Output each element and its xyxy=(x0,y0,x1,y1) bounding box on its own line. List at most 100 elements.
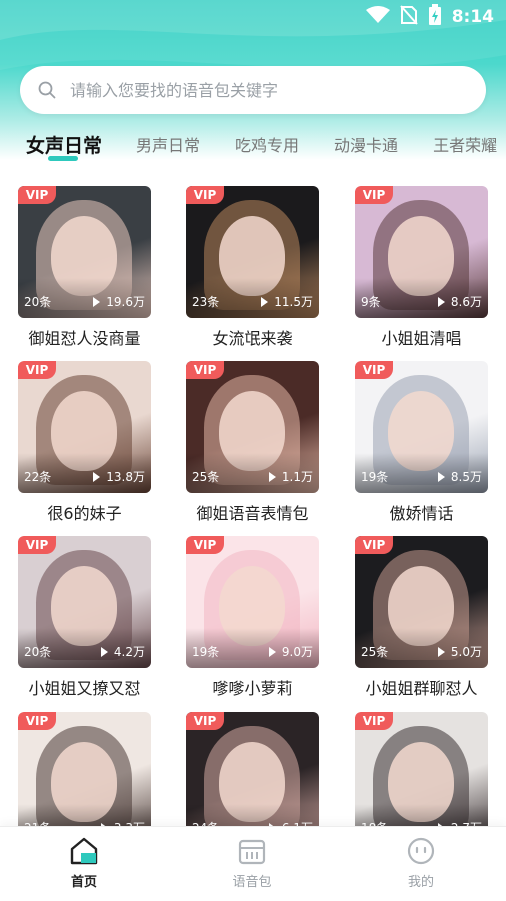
card-thumbnail[interactable]: VIP 19条 9.0万 xyxy=(186,536,319,668)
play-count: 8.5万 xyxy=(437,468,482,485)
tab-honor-of-kings[interactable]: 王者荣耀 xyxy=(433,132,497,156)
card-thumbnail[interactable]: VIP 19条 8.5万 xyxy=(355,361,488,493)
search-input[interactable] xyxy=(68,79,452,101)
play-icon xyxy=(437,296,445,307)
card-title[interactable]: 小姐姐群聊怼人 xyxy=(355,675,488,699)
play-count: 9.0万 xyxy=(268,643,313,660)
card-title[interactable]: 御姐怼人没商量 xyxy=(18,325,151,349)
vip-badge: VIP xyxy=(186,712,224,730)
voice-pack-icon xyxy=(238,839,266,865)
play-icon xyxy=(261,296,269,307)
vip-badge: VIP xyxy=(18,536,56,554)
play-count-value: 5.0万 xyxy=(450,645,482,659)
voice-pack-card[interactable]: VIP 25条 1.1万御姐语音表情包 xyxy=(186,361,319,524)
play-count-value: 19.6万 xyxy=(106,295,145,309)
home-icon xyxy=(70,837,98,865)
card-thumbnail[interactable]: VIP 25条 5.0万 xyxy=(355,536,488,668)
card-thumbnail[interactable]: VIP 22条 13.8万 xyxy=(18,361,151,493)
card-thumbnail[interactable]: VIP 25条 1.1万 xyxy=(186,361,319,493)
status-bar: 8:14 xyxy=(0,0,506,34)
nav-home[interactable]: 首页 xyxy=(44,837,124,890)
vip-badge: VIP xyxy=(355,536,393,554)
vip-badge: VIP xyxy=(18,712,56,730)
bottom-navigation: 首页 语音包 我的 xyxy=(0,826,506,901)
card-title[interactable]: 御姐语音表情包 xyxy=(186,500,319,524)
play-icon xyxy=(437,646,445,657)
nav-voice-pack-label: 语音包 xyxy=(232,875,272,890)
voice-pack-card[interactable]: VIP 22条 13.8万很6的妹子 xyxy=(18,361,151,524)
voice-pack-card[interactable]: VIP 20条 19.6万御姐怼人没商量 xyxy=(18,186,151,349)
no-sim-icon xyxy=(399,5,418,29)
play-count: 1.1万 xyxy=(268,468,313,485)
clip-count: 19条 xyxy=(192,645,220,659)
tab-male-daily[interactable]: 男声日常 xyxy=(136,132,200,156)
clip-count: 23条 xyxy=(192,295,220,309)
card-thumbnail[interactable]: VIP18条2.7万 xyxy=(355,712,488,844)
voice-pack-card[interactable]: VIP 23条 11.5万女流氓来袭 xyxy=(186,186,319,349)
tab-female-daily[interactable]: 女声日常 xyxy=(26,131,102,158)
card-thumbnail[interactable]: VIP 23条 11.5万 xyxy=(186,186,319,318)
card-thumbnail[interactable]: VIP21条3.3万 xyxy=(18,712,151,844)
play-icon xyxy=(437,471,445,482)
play-count-value: 11.5万 xyxy=(274,295,313,309)
active-tab-indicator xyxy=(48,156,78,161)
card-thumbnail[interactable]: VIP 20条 4.2万 xyxy=(18,536,151,668)
play-icon xyxy=(268,471,276,482)
card-title[interactable]: 嗲嗲小萝莉 xyxy=(186,675,319,699)
nav-profile-label: 我的 xyxy=(407,875,434,890)
voice-pack-card[interactable]: VIP 19条 9.0万嗲嗲小萝莉 xyxy=(186,536,319,699)
vip-badge: VIP xyxy=(355,361,393,379)
vip-badge: VIP xyxy=(18,361,56,379)
nav-home-label: 首页 xyxy=(70,875,97,890)
clip-count: 20条 xyxy=(24,295,52,309)
card-thumbnail[interactable]: VIP 9条 8.6万 xyxy=(355,186,488,318)
card-title[interactable]: 傲娇情话 xyxy=(355,500,488,524)
play-count: 13.8万 xyxy=(93,468,145,485)
vip-badge: VIP xyxy=(186,361,224,379)
nav-profile[interactable]: 我的 xyxy=(381,837,461,890)
play-count-value: 9.0万 xyxy=(281,645,313,659)
profile-icon xyxy=(407,837,435,865)
card-thumbnail[interactable]: VIP 20条 19.6万 xyxy=(18,186,151,318)
card-title[interactable]: 很6的妹子 xyxy=(18,500,151,524)
vip-badge: VIP xyxy=(355,712,393,730)
search-bar[interactable] xyxy=(20,66,486,114)
voice-pack-card[interactable]: VIP 19条 8.5万傲娇情话 xyxy=(355,361,488,524)
clip-count: 25条 xyxy=(361,645,389,659)
play-icon xyxy=(100,646,108,657)
clip-count: 25条 xyxy=(192,470,220,484)
clip-count: 22条 xyxy=(24,470,52,484)
wifi-icon xyxy=(365,6,390,28)
play-count: 11.5万 xyxy=(261,293,313,310)
play-count-value: 8.5万 xyxy=(450,470,482,484)
play-count: 4.2万 xyxy=(100,643,145,660)
play-count-value: 4.2万 xyxy=(113,645,145,659)
voice-pack-card[interactable]: VIP 25条 5.0万小姐姐群聊怼人 xyxy=(355,536,488,699)
card-title[interactable]: 女流氓来袭 xyxy=(186,325,319,349)
play-count: 8.6万 xyxy=(437,293,482,310)
clip-count: 9条 xyxy=(361,295,381,309)
play-icon xyxy=(268,646,276,657)
play-icon xyxy=(93,296,101,307)
clip-count: 20条 xyxy=(24,645,52,659)
voice-pack-card[interactable]: VIP 20条 4.2万小姐姐又撩又怼 xyxy=(18,536,151,699)
vip-badge: VIP xyxy=(186,186,224,204)
category-tabs: 女声日常 男声日常 吃鸡专用 动漫卡通 王者荣耀 xyxy=(26,124,506,164)
battery-charging-icon xyxy=(428,4,442,30)
vip-badge: VIP xyxy=(18,186,56,204)
play-count: 5.0万 xyxy=(437,643,482,660)
card-title[interactable]: 小姐姐又撩又怼 xyxy=(18,675,151,699)
play-count-value: 1.1万 xyxy=(281,470,313,484)
clock: 8:14 xyxy=(451,7,494,27)
tab-anime[interactable]: 动漫卡通 xyxy=(334,132,398,156)
play-icon xyxy=(93,471,101,482)
nav-voice-pack[interactable]: 语音包 xyxy=(212,837,292,890)
voice-pack-card[interactable]: VIP 9条 8.6万 小姐姐清唱 xyxy=(355,186,488,349)
card-title[interactable]: 小姐姐清唱 xyxy=(355,325,488,349)
clip-count: 19条 xyxy=(361,470,389,484)
play-count: 19.6万 xyxy=(93,293,145,310)
card-thumbnail[interactable]: VIP24条6.1万 xyxy=(186,712,319,844)
tab-pubg[interactable]: 吃鸡专用 xyxy=(235,132,299,156)
play-count-value: 13.8万 xyxy=(106,470,145,484)
vip-badge: VIP xyxy=(186,536,224,554)
